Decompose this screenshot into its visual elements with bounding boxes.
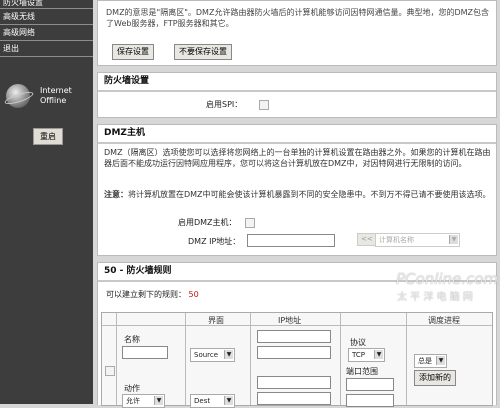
spi-checkbox[interactable] xyxy=(258,99,269,110)
protocol-label: 协议 xyxy=(350,338,366,347)
save-settings-button[interactable]: 保存设置 xyxy=(112,44,154,60)
enable-dmz-label: 启用DMZ主机： xyxy=(178,218,237,227)
dmz-ip-label: DMZ IP地址： xyxy=(188,237,241,246)
computer-name-placeholder: 计算机名称 xyxy=(379,236,414,244)
note-text: 将计算机放置在DMZ中可能会使该计算机暴露到不同的安全隐患中。不到万不得已请不要… xyxy=(128,190,491,199)
port-range-label: 端口范围 xyxy=(346,367,378,376)
dmz-host-description: DMZ（隔离区）选项使您可以选择将您网络上的一台单独的计算机设置在路由器之外。如… xyxy=(104,148,491,168)
status-line-offline: Offline xyxy=(40,96,67,105)
status-line-internet: Internet xyxy=(40,86,72,95)
source-interface-value: Source xyxy=(194,351,219,359)
chevron-down-icon: ▼ xyxy=(224,350,233,359)
port-range-end-input[interactable] xyxy=(346,394,394,407)
watermark-subtext: 太 平 洋 电 脑 网 xyxy=(397,292,473,303)
main-content: DMZ的意思是"隔离区"。DMZ允许路由器防火墙后的计算机能够访问因特网通信量。… xyxy=(93,0,500,408)
copy-computer-button[interactable]: << xyxy=(357,233,377,246)
protocol-value: TCP xyxy=(352,351,365,359)
enable-dmz-checkbox[interactable] xyxy=(245,217,256,228)
reboot-button[interactable]: 重启 xyxy=(33,128,63,145)
sidebar-item-logout[interactable]: 退出 xyxy=(0,41,93,57)
dest-interface-select[interactable]: Dest ▼ xyxy=(190,394,235,408)
sidebar-item-advanced-wireless[interactable]: 高级无线 xyxy=(0,9,93,25)
computer-name-select[interactable]: 计算机名称 ▼ xyxy=(375,233,460,247)
chevron-down-icon: ▼ xyxy=(436,356,445,365)
enable-dmz-row: 启用DMZ主机： xyxy=(178,217,256,228)
rule-action-label: 动作 xyxy=(124,384,140,393)
watermark-logo-text: PConline.com.cn xyxy=(396,270,500,288)
remaining-rules-value: 50 xyxy=(188,290,199,299)
dmz-intro-text: DMZ的意思是"隔离区"。DMZ允许路由器防火墙后的计算机能够访问因特网通信量。… xyxy=(106,8,489,28)
remaining-rules-label: 可以建立剩下的规则： xyxy=(106,290,186,299)
rules-table: 界面 IP地址 调度进程 名称 动作 允许 ▼ Source ▼ Dest ▼ … xyxy=(101,312,493,408)
firewall-settings-title: 防火墙设置 xyxy=(98,73,496,92)
dmz-host-title: DMZ主机 xyxy=(98,125,496,144)
schedule-value: 总是 xyxy=(418,357,432,365)
source-ip-end-input[interactable] xyxy=(257,346,331,359)
source-ip-start-input[interactable] xyxy=(257,330,331,343)
protocol-select[interactable]: TCP ▼ xyxy=(348,348,385,362)
rule-name-label: 名称 xyxy=(124,335,140,344)
note-label: 注意： xyxy=(104,190,128,199)
dmz-intro-panel: DMZ的意思是"隔离区"。DMZ允许路由器防火墙后的计算机能够访问因特网通信量。… xyxy=(97,0,497,66)
port-range-start-input[interactable] xyxy=(346,378,394,391)
dont-save-settings-button[interactable]: 不要保存设置 xyxy=(174,44,232,60)
sidebar-item-firewall[interactable]: 防火墙设置 xyxy=(0,0,93,9)
sidebar: 防火墙设置 高级无线 高级网络 退出 Internet Offline 重启 xyxy=(0,0,93,404)
chevron-down-icon: ▼ xyxy=(449,235,458,244)
spi-label: 启用SPI： xyxy=(206,100,243,109)
header-ip-address: IP地址 xyxy=(278,316,302,325)
add-new-schedule-button[interactable]: 添加新的 xyxy=(414,370,456,386)
dmz-host-panel: DMZ主机 DMZ（隔离区）选项使您可以选择将您网络上的一台单独的计算机设置在路… xyxy=(97,124,497,256)
dmz-ip-input[interactable] xyxy=(247,234,335,247)
rule-name-input[interactable] xyxy=(122,346,168,359)
internet-status: Internet Offline xyxy=(3,82,89,118)
rule-enable-checkbox[interactable] xyxy=(105,366,115,376)
sidebar-item-advanced-network[interactable]: 高级网络 xyxy=(0,25,93,41)
chevron-down-icon: ▼ xyxy=(374,350,383,359)
header-schedule: 调度进程 xyxy=(428,316,460,325)
dmz-host-note: 注意：将计算机放置在DMZ中可能会使该计算机暴露到不同的安全隐患中。不到万不得已… xyxy=(100,189,498,200)
header-interface: 界面 xyxy=(208,316,224,325)
spi-row: 启用SPI： xyxy=(206,99,269,110)
source-interface-select[interactable]: Source ▼ xyxy=(190,348,235,362)
schedule-select[interactable]: 总是 ▼ xyxy=(414,354,447,368)
dest-ip-start-input[interactable] xyxy=(257,376,331,389)
dest-ip-end-input[interactable] xyxy=(257,392,331,405)
remaining-rules-row: 可以建立剩下的规则： 50 xyxy=(106,289,199,300)
firewall-settings-panel: 防火墙设置 启用SPI： xyxy=(97,72,497,118)
rule-action-select[interactable]: 允许 ▼ xyxy=(122,394,165,408)
